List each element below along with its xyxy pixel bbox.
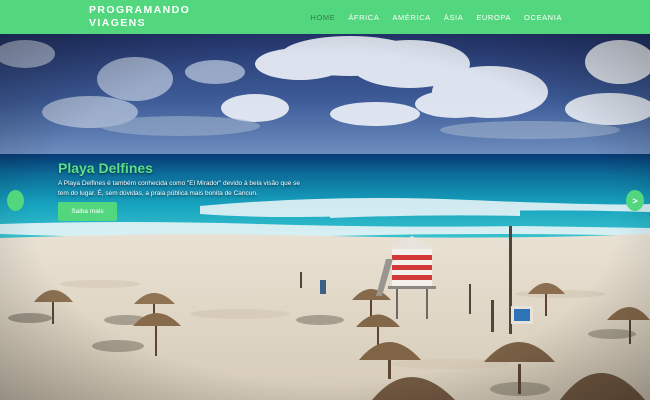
chevron-right-icon: > bbox=[632, 195, 638, 206]
slide-description: A Playa Delfines é também conhecida como… bbox=[58, 180, 300, 197]
nav-link-home[interactable]: HOME bbox=[310, 13, 335, 22]
nav-link-america[interactable]: AMÉRICA bbox=[392, 13, 430, 22]
nav-link-oceania[interactable]: OCEANIA bbox=[524, 13, 562, 22]
hero-carousel: Playa Delfines A Playa Delfines é também… bbox=[0, 34, 650, 400]
next-slide-button[interactable]: > bbox=[626, 190, 644, 211]
brand-line-1: PROGRAMANDO bbox=[89, 4, 191, 16]
nav-link-africa[interactable]: ÁFRICA bbox=[348, 13, 379, 22]
nav-link-asia[interactable]: ÁSIA bbox=[444, 13, 464, 22]
previous-slide-button[interactable] bbox=[7, 190, 24, 211]
top-navbar: PROGRAMANDO VIAGENS HOME ÁFRICA AMÉRICA … bbox=[0, 0, 650, 34]
nav-menu: HOME ÁFRICA AMÉRICA ÁSIA EUROPA OCEANIA bbox=[297, 0, 562, 34]
brand-line-2: VIAGENS bbox=[89, 17, 147, 29]
brand-logo[interactable]: PROGRAMANDO VIAGENS bbox=[89, 4, 209, 30]
slide-title: Playa Delfines bbox=[58, 160, 153, 176]
learn-more-button[interactable]: Saiba mais bbox=[58, 202, 117, 221]
nav-link-europa[interactable]: EUROPA bbox=[476, 13, 511, 22]
slide-caption: Playa Delfines A Playa Delfines é também… bbox=[58, 160, 308, 199]
